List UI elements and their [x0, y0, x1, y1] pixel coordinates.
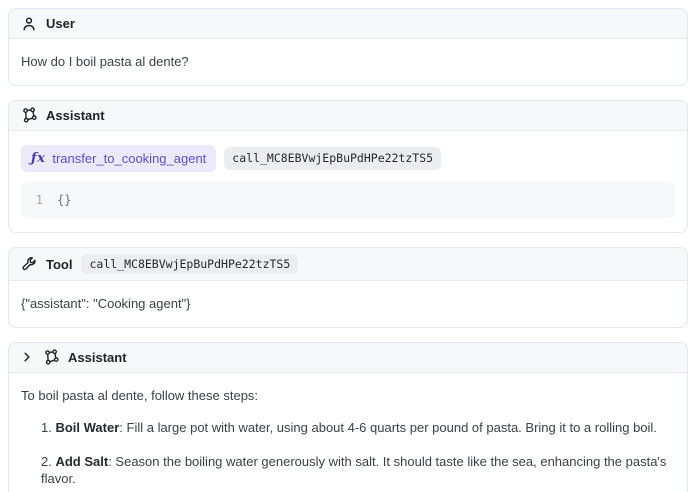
step-text: : Fill a large pot with water, using abo…: [119, 420, 657, 435]
user-message-text: How do I boil pasta al dente?: [21, 54, 189, 69]
assistant-call-body: ƒx transfer_to_cooking_agent call_MC8EBV…: [9, 131, 687, 233]
message-card-assistant-call: Assistant ƒx transfer_to_cooking_agent c…: [8, 100, 688, 234]
call-id-badge: call_MC8EBVwjEpBuPdHPe22tzTS5: [224, 147, 441, 171]
call-id-badge: call_MC8EBVwjEpBuPdHPe22tzTS5: [81, 254, 298, 274]
function-name: transfer_to_cooking_agent: [52, 150, 206, 168]
molecule-network-icon: [43, 349, 59, 365]
assistant-card-header: Assistant: [9, 101, 687, 131]
tool-result-text: {"assistant": "Cooking agent"}: [21, 296, 191, 311]
user-message-body: How do I boil pasta al dente?: [9, 39, 687, 85]
user-card-header: User: [9, 9, 687, 39]
arguments-code-block: 1 {}: [21, 182, 675, 218]
answer-intro: To boil pasta al dente, follow these ste…: [21, 387, 675, 405]
list-item: 1. Boil Water: Fill a large pot with wat…: [41, 419, 675, 437]
role-label: User: [46, 16, 75, 31]
code-content: {}: [57, 192, 71, 208]
molecule-network-icon: [21, 107, 37, 123]
assistant-answer-body: To boil pasta al dente, follow these ste…: [9, 373, 687, 492]
step-title: Boil Water: [55, 420, 119, 435]
message-card-assistant-answer: Assistant To boil pasta al dente, follow…: [8, 342, 688, 492]
step-text: : Season the boiling water generously wi…: [41, 454, 666, 487]
role-label: Tool: [46, 257, 72, 272]
chevron-right-icon[interactable]: [21, 351, 33, 363]
code-line-number: 1: [33, 192, 43, 208]
message-card-tool: Tool call_MC8EBVwjEpBuPdHPe22tzTS5 {"ass…: [8, 247, 688, 328]
list-item: 2. Add Salt: Season the boiling water ge…: [41, 453, 675, 488]
fx-icon: ƒx: [31, 150, 45, 168]
step-number: 2.: [41, 454, 52, 469]
role-label: Assistant: [46, 108, 105, 123]
message-card-user: User How do I boil pasta al dente?: [8, 8, 688, 86]
tool-result-body: {"assistant": "Cooking agent"}: [9, 281, 687, 327]
tool-call-row: ƒx transfer_to_cooking_agent call_MC8EBV…: [21, 145, 675, 173]
steps-list: 1. Boil Water: Fill a large pot with wat…: [41, 419, 675, 492]
assistant-answer-header[interactable]: Assistant: [9, 343, 687, 373]
person-icon: [21, 16, 37, 32]
step-title: Add Salt: [55, 454, 108, 469]
function-call-chip[interactable]: ƒx transfer_to_cooking_agent: [21, 145, 216, 173]
role-label: Assistant: [68, 350, 127, 365]
tool-card-header: Tool call_MC8EBVwjEpBuPdHPe22tzTS5: [9, 248, 687, 281]
step-number: 1.: [41, 420, 52, 435]
wrench-icon: [21, 256, 37, 272]
